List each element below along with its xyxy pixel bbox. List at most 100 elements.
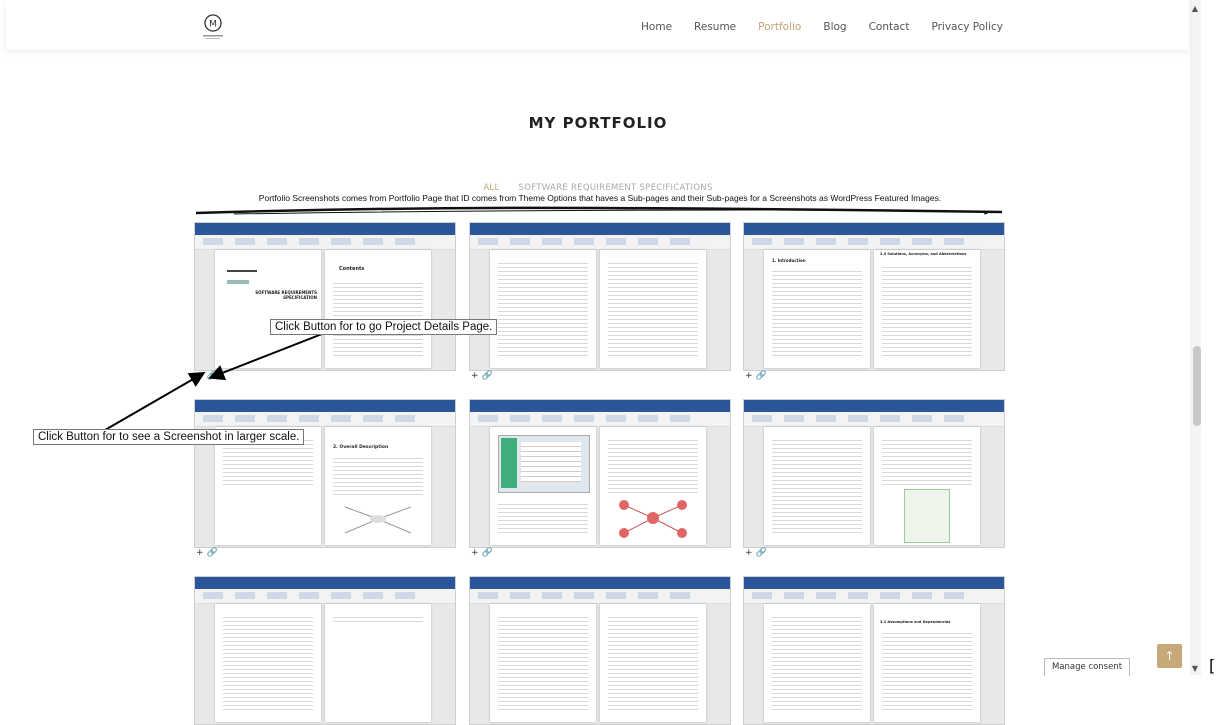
portfolio-card: 1. Introduction 2.5 Solutions, Acronyms,… [743,222,1005,381]
link-icon[interactable]: 🔗 [756,371,770,381]
word-ribbon [744,412,1004,427]
nav-resume[interactable]: Resume [694,21,736,33]
nav-contact[interactable]: Contact [869,21,910,33]
document-page [764,604,870,722]
word-titlebar [744,577,1004,589]
page-title: MY PORTFOLIO [528,114,668,132]
word-titlebar [744,400,1004,412]
link-icon[interactable]: 🔗 [207,548,221,558]
scroll-down-arrow-icon[interactable]: ▼ [1192,664,1198,673]
portfolio-card [194,576,456,725]
document-page [600,427,706,545]
portfolio-card: +🔗 [469,222,731,381]
card-actions: +🔗 [471,548,496,558]
site-logo[interactable]: M [196,12,230,42]
screenshot-thumbnail[interactable]: SOFTWARE REQUIREMENTS SPECIFICATION Cont… [194,222,456,371]
arrow-up-icon: ↑ [1164,649,1175,663]
manage-consent-button[interactable]: Manage consent [1044,658,1130,676]
zoom-icon[interactable]: + [471,548,482,558]
portfolio-filters: ALL SOFTWARE REQUIREMENT SPECIFICATIONS [0,183,1196,193]
screenshot-thumbnail[interactable] [194,576,456,725]
document-heading: 3.1 Assumptions and Dependencies [880,620,951,624]
word-ribbon [470,412,730,427]
document-page [874,427,980,545]
document-heading: 2.5 Solutions, Acronyms, and Abbreviatio… [880,252,967,256]
scrollbar-thumb[interactable] [1193,346,1201,426]
document-page [764,427,870,545]
document-page [215,604,321,722]
portfolio-card: 3.1 Assumptions and Dependencies [743,576,1005,725]
screenshot-thumbnail[interactable]: 2. Overall Description [194,399,456,548]
arrow-to-zoom-icon [104,372,206,431]
network-diagram [619,500,687,538]
word-titlebar [744,223,1004,235]
zoom-icon[interactable]: + [196,371,207,381]
card-actions: +🔗 [196,371,221,381]
callout-larger-scale: Click Button for to see a Screenshot in … [33,429,305,445]
document-page [325,604,431,722]
word-ribbon [195,235,455,250]
svg-text:M: M [209,20,217,30]
document-page: 3.1 Assumptions and Dependencies [874,604,980,722]
document-page: 2. Overall Description [325,427,431,545]
document-heading: 1. Introduction [772,258,806,263]
filter-srs[interactable]: SOFTWARE REQUIREMENT SPECIFICATIONS [519,183,713,193]
edge-glyph: [ [1209,656,1216,675]
zoom-icon[interactable]: + [745,548,756,558]
screenshot-thumbnail[interactable]: 3.1 Assumptions and Dependencies [743,576,1005,725]
screenshot-thumbnail[interactable] [743,399,1005,548]
card-actions: +🔗 [745,548,770,558]
zoom-icon[interactable]: + [471,371,482,381]
word-ribbon [195,589,455,604]
link-icon[interactable]: 🔗 [482,371,496,381]
document-page: 1. Introduction [764,250,870,368]
screenshot-thumbnail[interactable] [469,222,731,371]
word-ribbon [470,235,730,250]
link-icon[interactable]: 🔗 [207,371,221,381]
portfolio-card: SOFTWARE REQUIREMENTS SPECIFICATION Cont… [194,222,456,381]
screenshot-thumbnail[interactable]: 1. Introduction 2.5 Solutions, Acronyms,… [743,222,1005,371]
document-page [600,250,706,368]
document-heading: Contents [339,266,365,272]
word-ribbon [744,589,1004,604]
site-header: M Home Resume Portfolio Blog Contact Pri… [6,0,1189,50]
document-heading: SOFTWARE REQUIREMENTS SPECIFICATION [255,290,317,300]
card-actions: +🔗 [196,548,221,558]
embedded-screenshot [498,435,590,493]
nav-privacy-policy[interactable]: Privacy Policy [931,21,1003,33]
word-titlebar [470,577,730,589]
main-nav: Home Resume Portfolio Blog Contact Priva… [641,21,1003,33]
document-page: SOFTWARE REQUIREMENTS SPECIFICATION [215,250,321,368]
nav-portfolio[interactable]: Portfolio [758,21,801,33]
brush-divider [195,206,1003,215]
word-ribbon [195,412,455,427]
portfolio-card: 2. Overall Description +🔗 [194,399,456,558]
screenshot-thumbnail[interactable] [469,399,731,548]
nav-blog[interactable]: Blog [823,21,846,33]
document-page [490,427,596,545]
word-ribbon [744,235,1004,250]
callout-project-details: Click Button for to go Project Details P… [270,319,498,335]
scroll-up-arrow-icon[interactable]: ▲ [1192,4,1198,13]
portfolio-description: Portfolio Screenshots comes from Portfol… [258,193,942,203]
document-page [490,250,596,368]
portfolio-card: +🔗 [469,399,731,558]
document-page: 2.5 Solutions, Acronyms, and Abbreviatio… [874,250,980,368]
word-titlebar [470,400,730,412]
embedded-diagram [904,489,950,543]
link-icon[interactable]: 🔗 [756,548,770,558]
filter-all[interactable]: ALL [483,183,499,193]
portfolio-card [469,576,731,725]
document-page [490,604,596,722]
card-actions: +🔗 [745,371,770,381]
mind-map-graphic [344,506,412,534]
link-icon[interactable]: 🔗 [482,548,496,558]
word-titlebar [195,223,455,235]
screenshot-thumbnail[interactable] [469,576,731,725]
page-scrollbar[interactable] [1190,0,1201,675]
back-to-top-button[interactable]: ↑ [1157,644,1182,668]
zoom-icon[interactable]: + [745,371,756,381]
portfolio-card: +🔗 [743,399,1005,558]
zoom-icon[interactable]: + [196,548,207,558]
nav-home[interactable]: Home [641,21,672,33]
